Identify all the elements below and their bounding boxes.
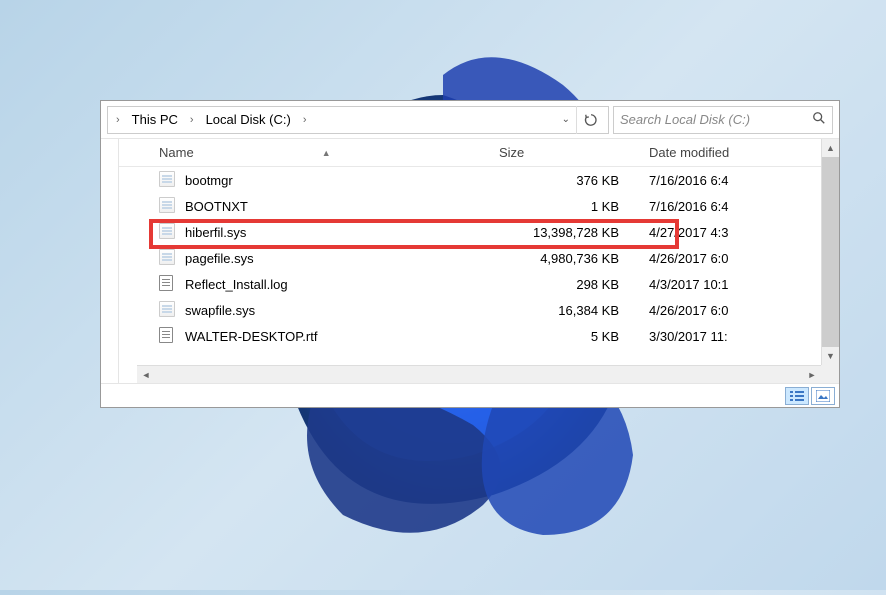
file-date: 3/30/2017 11: — [639, 329, 839, 344]
address-bar[interactable]: › This PC › Local Disk (C:) › ⌄ — [107, 106, 609, 134]
scroll-thumb-horizontal[interactable] — [155, 366, 803, 383]
chevron-right-icon: › — [186, 114, 198, 126]
file-row[interactable]: hiberfil.sys13,398,728 KB4/27/2017 4:3 — [119, 219, 839, 245]
file-row[interactable]: WALTER-DESKTOP.rtf5 KB3/30/2017 11: — [119, 323, 839, 349]
file-row[interactable]: bootmgr376 KB7/16/2016 6:4 — [119, 167, 839, 193]
scroll-left-button[interactable]: ◄ — [137, 366, 155, 383]
file-name: bootmgr — [185, 173, 499, 188]
file-name: BOOTNXT — [185, 199, 499, 214]
file-date: 7/16/2016 6:4 — [639, 173, 839, 188]
file-size: 1 KB — [499, 199, 639, 214]
refresh-icon — [584, 113, 598, 127]
file-row[interactable]: swapfile.sys16,384 KB4/26/2017 6:0 — [119, 297, 839, 323]
search-icon[interactable] — [812, 111, 826, 128]
column-header-name[interactable]: Name ▲ — [159, 145, 499, 160]
search-input[interactable]: Search Local Disk (C:) — [613, 106, 833, 134]
file-icon — [159, 223, 179, 241]
breadcrumb-local-disk[interactable]: Local Disk (C:) — [200, 110, 297, 129]
details-view-button[interactable] — [785, 387, 809, 405]
file-icon — [159, 197, 179, 215]
file-icon — [159, 275, 179, 293]
file-icon — [159, 327, 179, 345]
status-bar — [101, 383, 839, 407]
file-size: 376 KB — [499, 173, 639, 188]
address-history-dropdown[interactable]: ⌄ — [558, 110, 574, 129]
file-icon — [159, 301, 179, 319]
scroll-corner — [821, 365, 839, 383]
file-date: 4/26/2017 6:0 — [639, 251, 839, 266]
file-icon — [159, 171, 179, 189]
column-header-size[interactable]: Size — [499, 145, 639, 160]
scroll-up-button[interactable]: ▲ — [822, 139, 839, 157]
file-list: Name ▲ Size Date modified bootmgr376 KB7… — [119, 139, 839, 383]
column-header-date[interactable]: Date modified — [639, 145, 839, 160]
search-placeholder: Search Local Disk (C:) — [620, 112, 806, 127]
file-row[interactable]: pagefile.sys4,980,736 KB4/26/2017 6:0 — [119, 245, 839, 271]
toolbar: › This PC › Local Disk (C:) › ⌄ Search L… — [101, 101, 839, 139]
file-size: 298 KB — [499, 277, 639, 292]
file-name: pagefile.sys — [185, 251, 499, 266]
breadcrumb-root-chevron[interactable]: › — [112, 114, 124, 126]
file-name: swapfile.sys — [185, 303, 499, 318]
file-explorer-window: › This PC › Local Disk (C:) › ⌄ Search L… — [100, 100, 840, 408]
refresh-button[interactable] — [576, 106, 604, 134]
file-row[interactable]: BOOTNXT1 KB7/16/2016 6:4 — [119, 193, 839, 219]
file-size: 4,980,736 KB — [499, 251, 639, 266]
file-size: 13,398,728 KB — [499, 225, 639, 240]
navigation-pane-edge[interactable] — [101, 139, 119, 383]
horizontal-scrollbar[interactable]: ◄ ► — [137, 365, 821, 383]
chevron-right-icon: › — [299, 114, 311, 126]
file-icon — [159, 249, 179, 267]
file-name: hiberfil.sys — [185, 225, 499, 240]
file-date: 7/16/2016 6:4 — [639, 199, 839, 214]
file-date: 4/3/2017 10:1 — [639, 277, 839, 292]
thumbnails-view-button[interactable] — [811, 387, 835, 405]
file-size: 5 KB — [499, 329, 639, 344]
content-area: Name ▲ Size Date modified bootmgr376 KB7… — [101, 139, 839, 383]
breadcrumb-this-pc[interactable]: This PC — [126, 110, 184, 129]
file-name: Reflect_Install.log — [185, 277, 499, 292]
vertical-scrollbar[interactable]: ▲ ▼ — [821, 139, 839, 365]
scroll-down-button[interactable]: ▼ — [822, 347, 839, 365]
file-size: 16,384 KB — [499, 303, 639, 318]
file-row[interactable]: Reflect_Install.log298 KB4/3/2017 10:1 — [119, 271, 839, 297]
file-name: WALTER-DESKTOP.rtf — [185, 329, 499, 344]
file-rows: bootmgr376 KB7/16/2016 6:4BOOTNXT1 KB7/1… — [119, 167, 839, 383]
sort-ascending-icon: ▲ — [322, 148, 331, 158]
scroll-right-button[interactable]: ► — [803, 366, 821, 383]
scroll-thumb-vertical[interactable] — [822, 157, 839, 347]
file-date: 4/27/2017 4:3 — [639, 225, 839, 240]
file-date: 4/26/2017 6:0 — [639, 303, 839, 318]
column-headers: Name ▲ Size Date modified — [119, 139, 839, 167]
column-name-label: Name — [159, 145, 194, 160]
